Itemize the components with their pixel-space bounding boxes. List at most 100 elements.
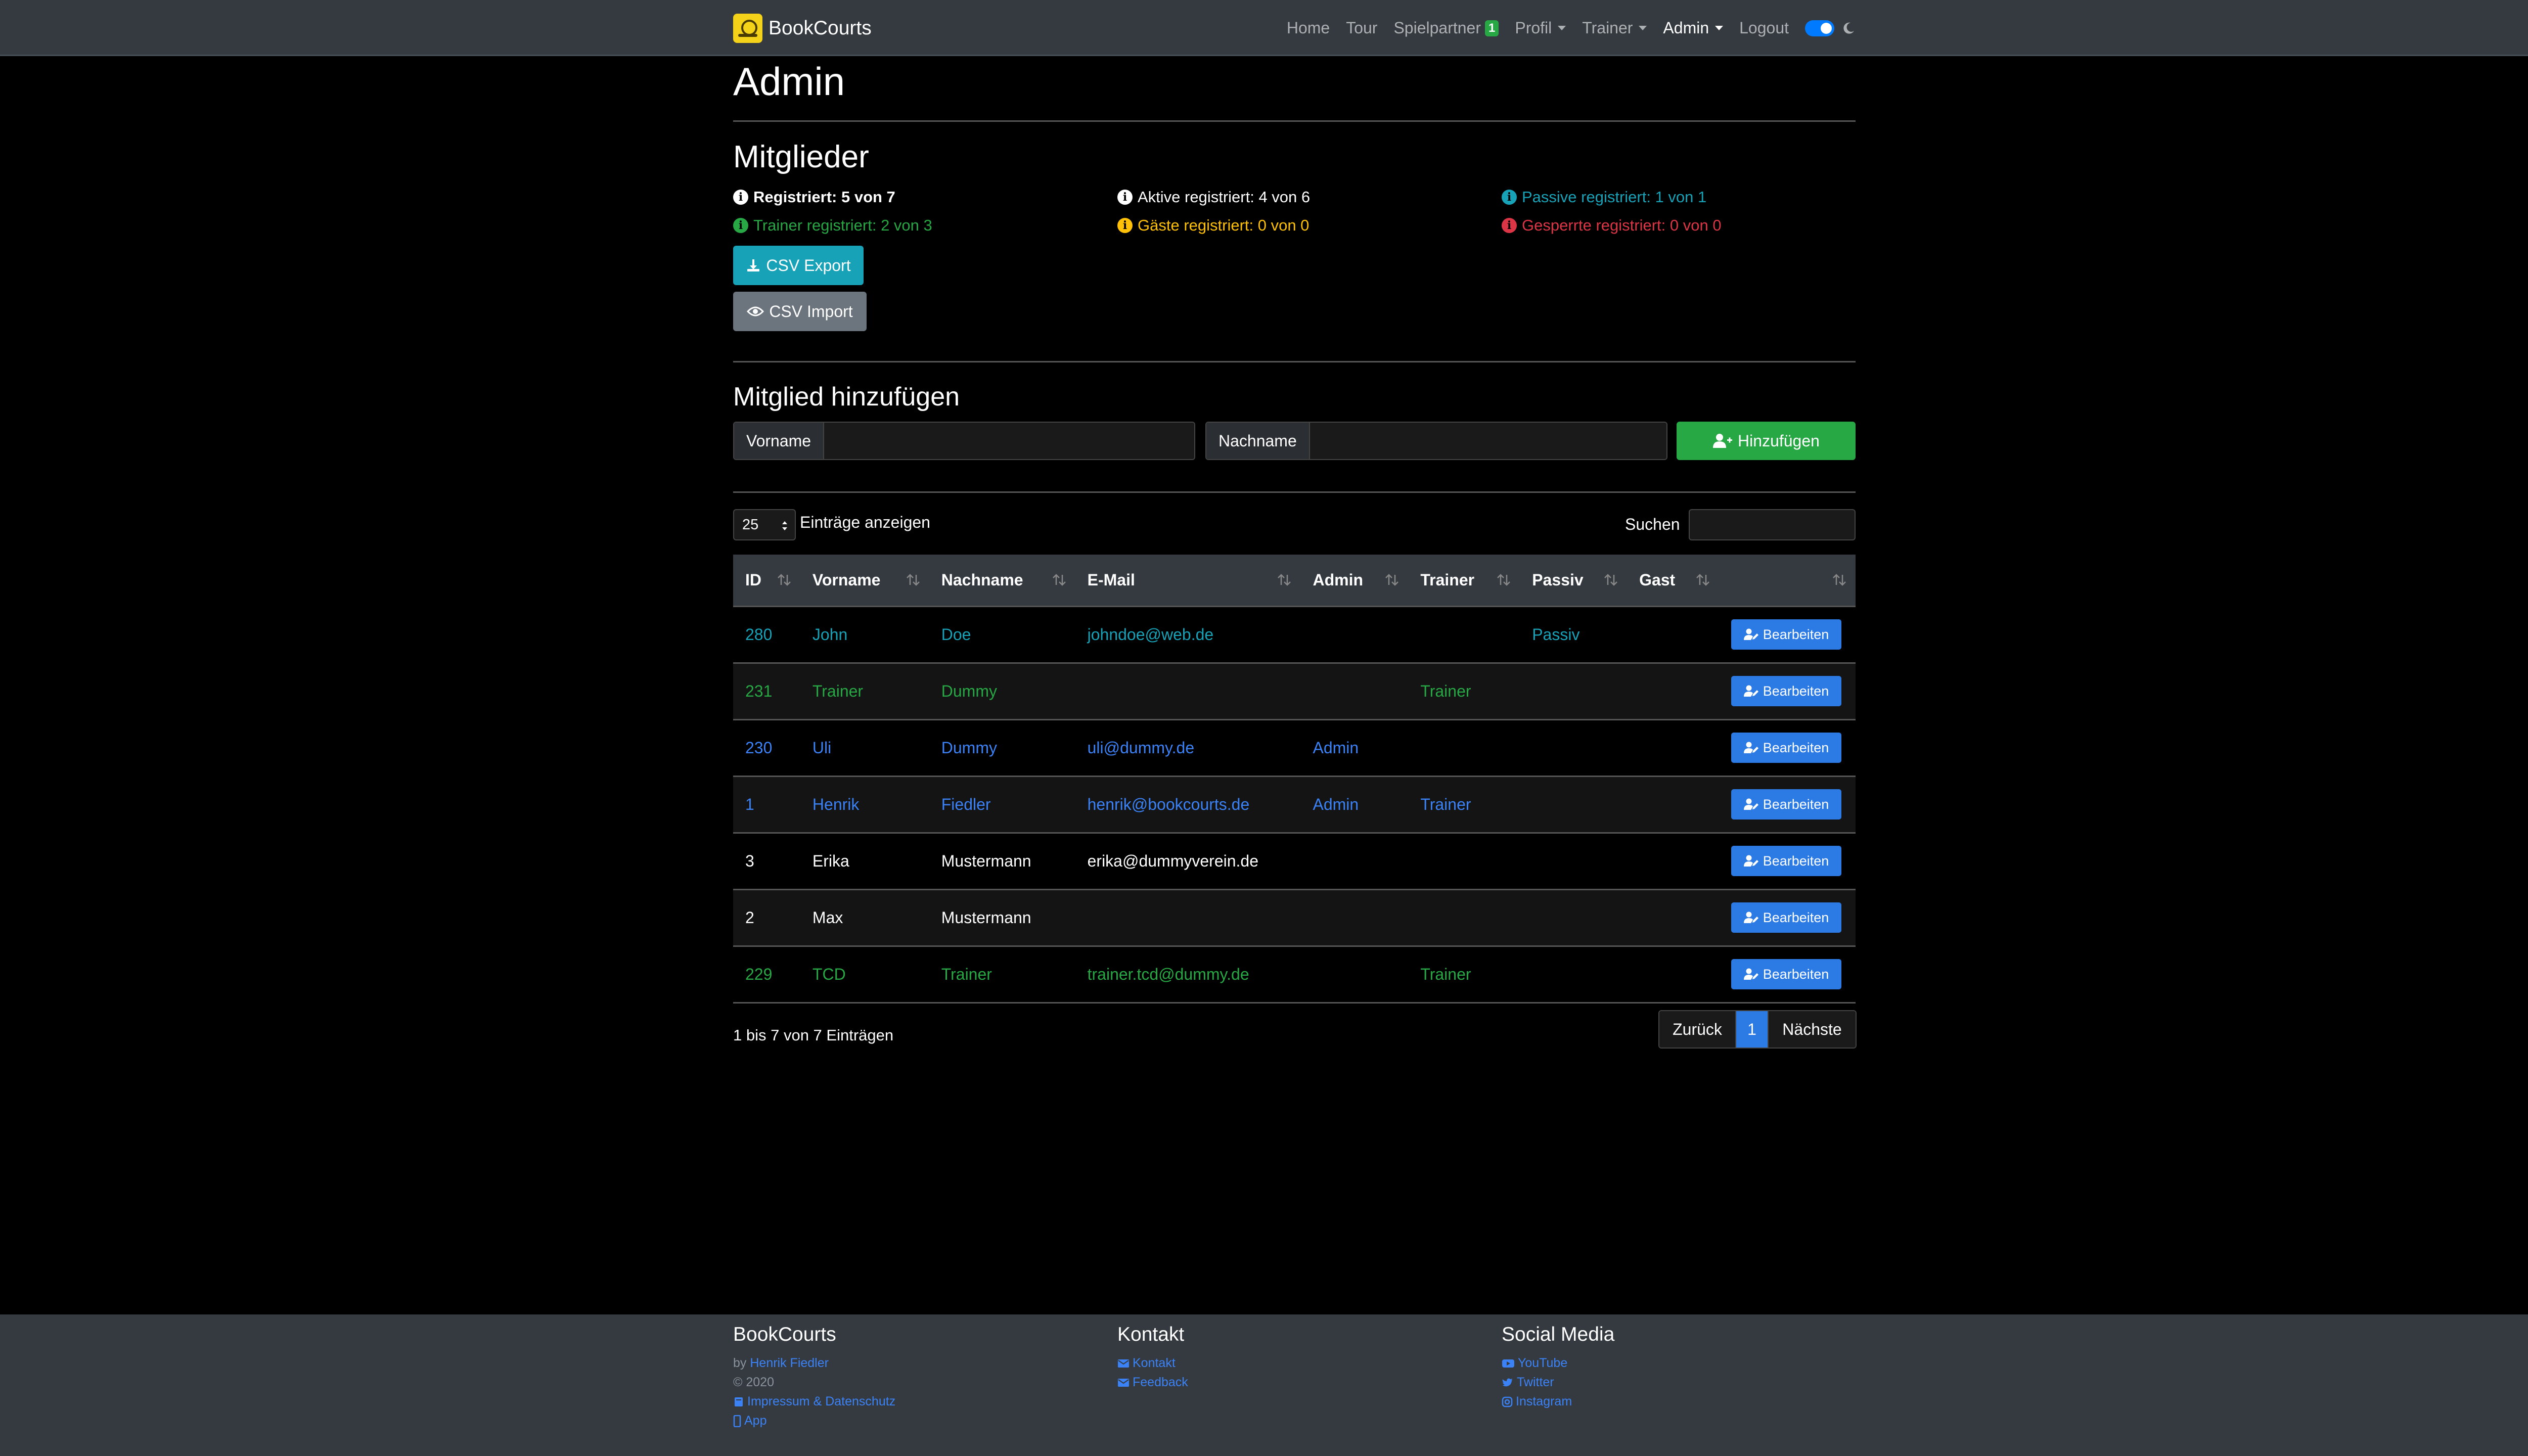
twitter-link[interactable]: Twitter [1502,1375,1554,1390]
envelope-icon [1118,1378,1129,1387]
nav-spielpartner[interactable]: Spielpartner 1 [1393,19,1499,37]
contact-label: Kontakt [1133,1356,1176,1370]
edit-member-label: Bearbeiten [1763,853,1829,869]
caret-down-icon [1715,26,1724,30]
author-link[interactable]: Henrik Fiedler [750,1356,829,1370]
csv-export-label: CSV Export [766,256,851,275]
nav-admin-label: Admin [1663,19,1709,37]
bookcourts-logo-icon [733,14,762,43]
nav-admin-dropdown[interactable]: Admin [1663,19,1724,37]
app-label: App [744,1414,767,1428]
cell-email [1075,663,1301,720]
next-page-button[interactable]: Nächste [1769,1011,1856,1048]
nav-trainer-dropdown[interactable]: Trainer [1582,19,1647,37]
edit-member-button[interactable]: Bearbeiten [1731,733,1841,763]
add-member-button[interactable]: Hinzufügen [1677,422,1856,460]
user-edit-icon [1743,855,1758,867]
search-label: Suchen [1625,515,1680,533]
col-trainer-label: Trainer [1420,570,1475,589]
lastname-label: Nachname [1206,423,1310,459]
nav-home[interactable]: Home [1287,19,1330,37]
edit-member-button[interactable]: Bearbeiten [1731,902,1841,933]
col-gast[interactable]: Gast [1627,555,1719,607]
stat-registered: Registriert: 5 von 7 [733,188,895,206]
edit-member-button[interactable]: Bearbeiten [1731,676,1841,706]
cell-trainer [1408,606,1520,664]
youtube-label: YouTube [1518,1356,1568,1370]
nav-logout[interactable]: Logout [1739,19,1789,37]
info-circle-icon [733,190,748,205]
cell-passiv [1520,889,1628,947]
cell-last: Mustermann [929,833,1075,890]
firstname-input[interactable] [824,423,1194,459]
cell-last: Dummy [929,719,1075,777]
contact-link[interactable]: Kontakt [1117,1356,1176,1371]
sort-icon [1278,574,1291,586]
cell-admin [1300,606,1409,664]
csv-export-button[interactable]: CSV Export [733,246,864,285]
cell-gast [1627,719,1719,777]
footer-social-heading: Social Media [1502,1324,1615,1345]
cell-actions: Bearbeiten [1719,833,1856,890]
page-1-button[interactable]: 1 [1736,1011,1769,1048]
cell-trainer: Trainer [1408,776,1520,834]
cell-actions: Bearbeiten [1719,719,1856,777]
lastname-input[interactable] [1310,423,1666,459]
col-vorname-label: Vorname [812,570,881,589]
nav-profil-dropdown[interactable]: Profil [1515,19,1566,37]
pagination: Zurück 1 Nächste [1658,1010,1857,1049]
spielpartner-badge: 1 [1484,20,1499,36]
envelope-icon [1118,1359,1129,1368]
caret-down-icon [1558,26,1566,30]
cell-passiv [1520,833,1628,890]
col-vorname[interactable]: Vorname [800,555,929,607]
footer-contact-heading: Kontakt [1117,1324,1185,1345]
edit-member-button[interactable]: Bearbeiten [1731,846,1841,876]
col-email[interactable]: E-Mail [1075,555,1301,607]
sort-icon [1604,574,1617,586]
edit-member-button[interactable]: Bearbeiten [1731,789,1841,820]
app-link[interactable]: App [733,1414,766,1428]
cell-first: TCD [800,946,929,1004]
impressum-link[interactable]: Impressum & Datenschutz [733,1394,895,1409]
dark-mode-toggle[interactable] [1805,20,1834,36]
mobile-icon [733,1415,741,1427]
col-trainer[interactable]: Trainer [1408,555,1520,607]
col-email-label: E-Mail [1087,570,1135,589]
col-admin[interactable]: Admin [1300,555,1409,607]
cell-email: uli@dummy.de [1075,719,1301,777]
cell-last: Dummy [929,663,1075,720]
cell-first: Henrik [800,776,929,834]
cell-actions: Bearbeiten [1719,663,1856,720]
stat-registered-text: Registriert: 5 von 7 [753,188,895,206]
col-nachname[interactable]: Nachname [929,555,1075,607]
edit-member-label: Bearbeiten [1763,740,1829,755]
page-size-select[interactable]: 25 [733,509,796,540]
select-arrows-icon [782,521,787,530]
cell-admin: Admin [1300,719,1409,777]
firstname-label: Vorname [734,423,825,459]
edit-member-button[interactable]: Bearbeiten [1731,959,1841,989]
col-actions[interactable] [1719,555,1856,607]
stat-passive-text: Passive registriert: 1 von 1 [1522,188,1707,206]
search-input[interactable] [1689,509,1856,540]
sort-icon [906,574,920,586]
col-nachname-label: Nachname [941,570,1023,589]
prev-page-button[interactable]: Zurück [1659,1011,1736,1048]
nav-tour[interactable]: Tour [1346,19,1377,37]
col-passiv[interactable]: Passiv [1520,555,1628,607]
feedback-link[interactable]: Feedback [1117,1375,1188,1390]
stat-blocked: Gesperrte registriert: 0 von 0 [1502,216,1722,235]
twitter-label: Twitter [1517,1375,1554,1389]
col-id[interactable]: ID [733,555,800,607]
youtube-link[interactable]: YouTube [1502,1356,1567,1371]
info-circle-icon [1502,218,1517,233]
edit-member-button[interactable]: Bearbeiten [1731,619,1841,650]
table-info: 1 bis 7 von 7 Einträgen [733,1026,894,1044]
user-edit-icon [1743,628,1758,640]
footer-copyright: © 2020 [733,1375,774,1389]
instagram-link[interactable]: Instagram [1502,1394,1572,1409]
brand-link[interactable]: BookCourts [733,14,872,43]
csv-import-button[interactable]: CSV Import [733,292,867,331]
cell-first: Trainer [800,663,929,720]
